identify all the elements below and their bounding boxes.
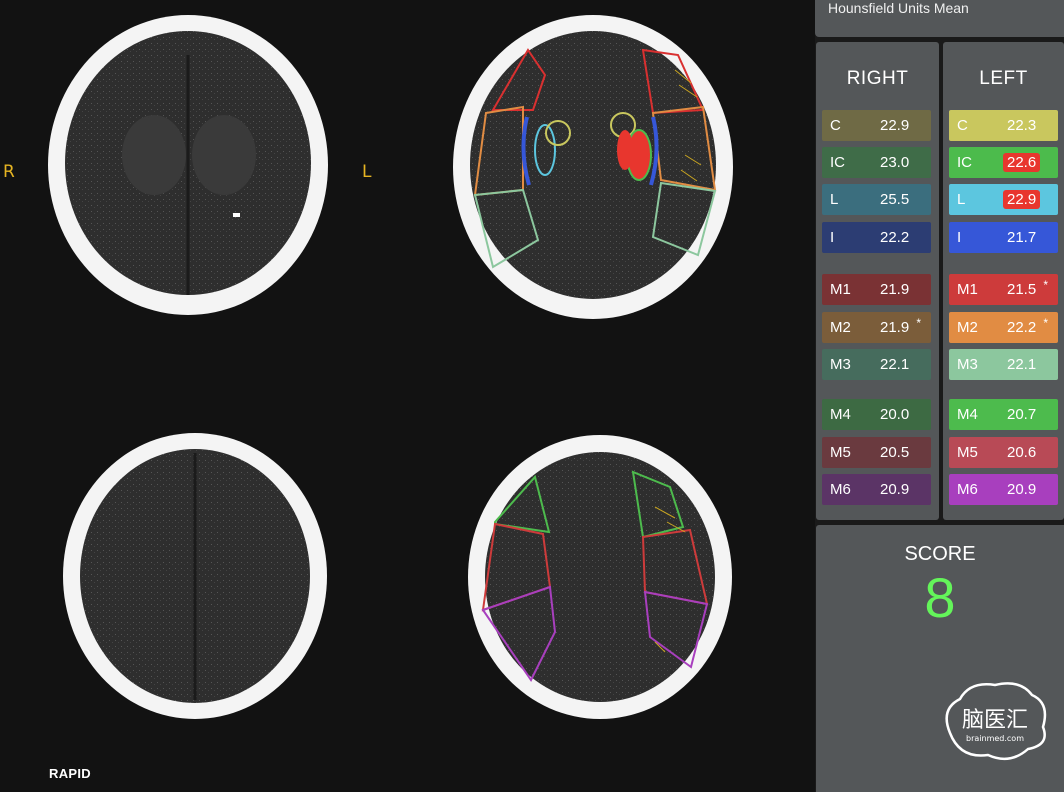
region-label: L bbox=[830, 191, 839, 208]
region-value: 20.9 bbox=[880, 481, 910, 498]
left-region-l: L 22.9 bbox=[949, 184, 1058, 215]
logo-text: 脑医汇 bbox=[962, 708, 1028, 733]
region-label: M5 bbox=[830, 444, 851, 461]
left-region-m1: M1 21.5 * bbox=[949, 274, 1058, 305]
region-value: 22.2 bbox=[880, 229, 910, 246]
side-label-left: L bbox=[362, 162, 372, 182]
region-label: M6 bbox=[830, 481, 851, 498]
region-value-flagged: 22.6 bbox=[1003, 153, 1041, 172]
left-region-i: I 21.7 bbox=[949, 222, 1058, 253]
right-region-m4: M4 20.0 bbox=[822, 399, 931, 430]
right-column-title: RIGHT bbox=[846, 68, 909, 89]
score-value: 8 bbox=[924, 566, 956, 629]
region-value-flagged: 22.9 bbox=[1003, 190, 1041, 209]
left-hemisphere-column: LEFT C 22.3 IC 22.6 L 22.9 I 21.7 M1 21.5 * M2 22.2 *… bbox=[943, 42, 1064, 520]
region-label: C bbox=[830, 117, 841, 134]
score-box: SCORE 8 脑医汇 brainmed.com bbox=[816, 525, 1064, 792]
region-label: M4 bbox=[830, 406, 851, 423]
right-region-m2: M2 21.9 * bbox=[822, 312, 931, 343]
region-label: M6 bbox=[957, 481, 978, 498]
region-label: IC bbox=[957, 154, 972, 171]
ct-scan-bottom-left[interactable] bbox=[60, 428, 332, 723]
brainmed-logo: 脑医汇 brainmed.com bbox=[945, 682, 1047, 761]
region-value: 20.6 bbox=[1007, 444, 1037, 461]
score-label: SCORE bbox=[904, 543, 976, 565]
region-value: 22.1 bbox=[1007, 356, 1037, 373]
results-panel: Hounsfield Units Mean RIGHT C 22.9 IC 23.0 L… bbox=[815, 0, 1064, 792]
image-viewer[interactable]: R L RAPID bbox=[0, 0, 815, 792]
region-value: 20.9 bbox=[1007, 481, 1037, 498]
region-value: 21.9 bbox=[880, 281, 910, 298]
right-region-i: I 22.2 bbox=[822, 222, 931, 253]
region-label: M5 bbox=[957, 444, 978, 461]
region-label: I bbox=[957, 229, 962, 246]
left-region-m4: M4 20.7 bbox=[949, 399, 1058, 430]
right-region-m3: M3 22.1 bbox=[822, 349, 931, 380]
right-region-m5: M5 20.5 bbox=[822, 437, 931, 468]
ct-scan-top-right-segmented[interactable] bbox=[453, 5, 743, 331]
region-value: 21.7 bbox=[1007, 229, 1037, 246]
right-hemisphere-column: RIGHT C 22.9 IC 23.0 L 25.5 I 22.2 M1 21.9 M2 21.9 *… bbox=[816, 42, 939, 520]
right-region-c: C 22.9 bbox=[822, 110, 931, 141]
region-value: 22.3 bbox=[1007, 117, 1037, 134]
left-region-m3: M3 22.1 bbox=[949, 349, 1058, 380]
ct-scan-bottom-right-segmented[interactable] bbox=[465, 432, 735, 722]
region-asterisk: * bbox=[916, 316, 921, 330]
left-column-title: LEFT bbox=[979, 68, 1028, 89]
region-value: 20.7 bbox=[1007, 406, 1037, 423]
region-value: 22.1 bbox=[880, 356, 910, 373]
region-label: IC bbox=[830, 154, 845, 171]
left-region-m2: M2 22.2 * bbox=[949, 312, 1058, 343]
region-asterisk: * bbox=[1043, 316, 1048, 330]
region-label: M1 bbox=[830, 281, 851, 298]
region-value: 21.9 bbox=[880, 319, 910, 336]
right-region-l: L 25.5 bbox=[822, 184, 931, 215]
left-region-m5: M5 20.6 bbox=[949, 437, 1058, 468]
region-value: 20.0 bbox=[880, 406, 910, 423]
region-value: 25.5 bbox=[880, 191, 910, 208]
left-region-m6: M6 20.9 bbox=[949, 474, 1058, 505]
panel-header-title: Hounsfield Units Mean bbox=[828, 0, 969, 16]
region-value: 22.9 bbox=[880, 117, 910, 134]
region-asterisk: * bbox=[1043, 278, 1048, 292]
region-value: 23.0 bbox=[880, 154, 910, 171]
region-label: M3 bbox=[830, 356, 851, 373]
region-label: I bbox=[830, 229, 835, 246]
left-region-c: C 22.3 bbox=[949, 110, 1058, 141]
region-value: 21.5 bbox=[1007, 281, 1037, 298]
right-region-ic: IC 23.0 bbox=[822, 147, 931, 178]
region-label: M2 bbox=[830, 319, 851, 336]
logo-subtext: brainmed.com bbox=[966, 734, 1024, 743]
right-region-m6: M6 20.9 bbox=[822, 474, 931, 505]
panel-header: Hounsfield Units Mean bbox=[815, 0, 1064, 37]
region-label: C bbox=[957, 117, 968, 134]
left-region-ic: IC 22.6 bbox=[949, 147, 1058, 178]
region-label: M2 bbox=[957, 319, 978, 336]
right-region-m1: M1 21.9 bbox=[822, 274, 931, 305]
region-label: L bbox=[957, 191, 966, 208]
side-label-right: R bbox=[3, 162, 15, 182]
brand-label: RAPID bbox=[49, 766, 91, 781]
ct-scan-top-left[interactable] bbox=[48, 5, 338, 331]
region-label: M3 bbox=[957, 356, 978, 373]
region-label: M4 bbox=[957, 406, 978, 423]
region-value: 22.2 bbox=[1007, 319, 1037, 336]
region-value: 20.5 bbox=[880, 444, 910, 461]
region-label: M1 bbox=[957, 281, 978, 298]
